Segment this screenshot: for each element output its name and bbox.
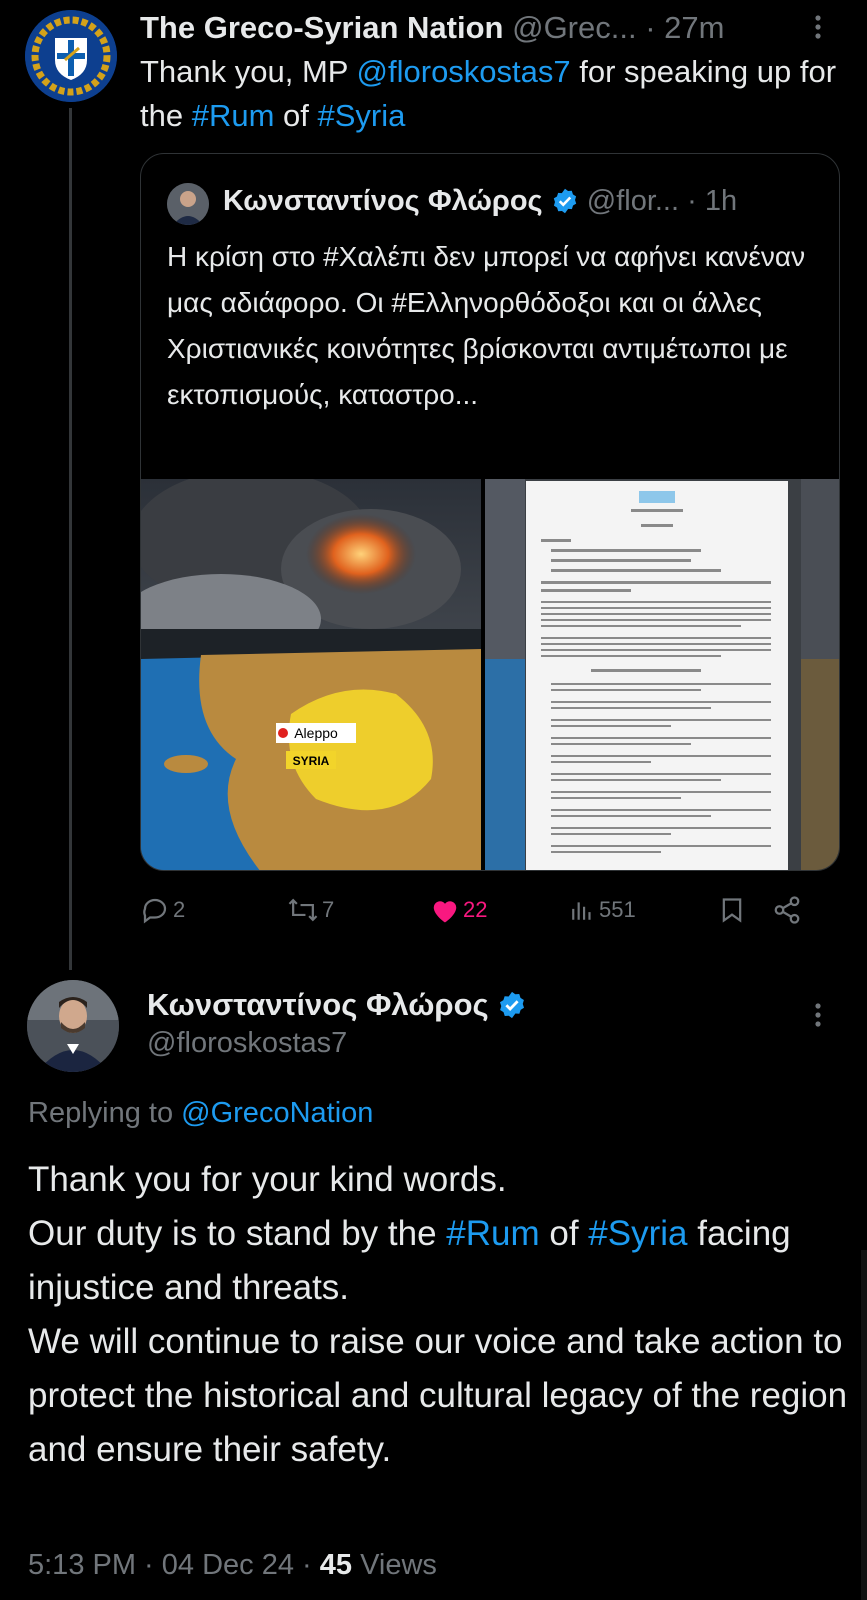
heart-filled-icon [433, 901, 457, 923]
views-count: 551 [599, 897, 636, 922]
avatar[interactable] [27, 980, 119, 1072]
hashtag-link[interactable]: #Rum [192, 98, 275, 133]
author-handle: @flor... [586, 185, 680, 217]
hashtag-link[interactable]: #Syria [588, 1214, 687, 1253]
scrollbar-track[interactable] [861, 1250, 867, 1600]
views-label: Views [352, 1549, 437, 1581]
repost-button[interactable]: 7 [287, 888, 334, 932]
reply-icon [143, 898, 167, 924]
author-handle[interactable]: @floroskostas7 [147, 1023, 347, 1063]
reply-button[interactable]: 2 [140, 888, 185, 932]
like-count: 22 [463, 897, 488, 922]
author-name: Κωνσταντίνος Φλώρος [223, 185, 543, 217]
syria-map-image: Aleppo SYRIA [141, 469, 839, 870]
more-vertical-icon [815, 1003, 821, 1027]
tweet-text-segment: Thank you, MP [140, 54, 357, 89]
reply-tweet-text: Thank you for your kind words. Our duty … [28, 1153, 848, 1477]
mention-link[interactable]: @GrecoNation [181, 1097, 373, 1129]
more-options-button[interactable] [809, 12, 827, 42]
verified-badge-icon [553, 188, 576, 214]
quoted-tweet-card[interactable]: Κωνσταντίνος Φλώρος @flor... · 1h Η κρίσ… [140, 153, 840, 871]
author-handle[interactable]: @Grec... [512, 10, 636, 45]
tweet-timestamp[interactable]: · 27m [645, 10, 724, 45]
tweet-header: The Greco-Syrian Nation @Grec... · 27m [140, 6, 830, 50]
tweet-text-segment: of [539, 1214, 589, 1253]
mention-link[interactable]: @floroskostas7 [357, 54, 571, 89]
like-button[interactable]: 22 [430, 888, 487, 932]
reply-count: 2 [173, 897, 186, 922]
author-name[interactable]: Κωνσταντίνος Φλώρος [147, 985, 489, 1025]
hashtag-text: #Ελληνορθόδοξοι [391, 287, 611, 318]
share-icon [774, 896, 800, 924]
hashtag-link[interactable]: #Syria [318, 98, 406, 133]
author-name-row: Κωνσταντίνος Φλώρος [147, 985, 527, 1025]
repost-count: 7 [322, 897, 335, 922]
avatar[interactable] [25, 10, 117, 102]
map-label-aleppo: Aleppo [294, 725, 338, 741]
repost-icon [288, 898, 318, 922]
tweet-text-segment: of [274, 98, 318, 133]
greek-emblem-icon [25, 10, 117, 102]
verified-badge-icon [499, 991, 524, 1019]
person-photo-icon [167, 183, 209, 225]
more-vertical-icon [815, 15, 821, 39]
tweet-timestamp[interactable]: 5:13 PM · 04 Dec 24 · [28, 1549, 320, 1581]
hashtag-link[interactable]: #Rum [446, 1214, 539, 1253]
tweet-text-segment: Our duty is to stand by the [28, 1214, 447, 1253]
tweet-text-line: Our duty is to stand by the #Rum of #Syr… [28, 1207, 848, 1315]
views-icon [572, 902, 591, 920]
views-count: 45 [319, 1549, 353, 1581]
map-label-syria: SYRIA [293, 754, 330, 768]
thread-connector-line [69, 108, 72, 970]
views-button[interactable]: 551 [570, 888, 636, 932]
quoted-tweet-media[interactable]: Aleppo SYRIA [141, 469, 839, 870]
author-name[interactable]: The Greco-Syrian Nation [140, 10, 503, 45]
quoted-tweet-text: Η κρίση στο #Χαλέπι δεν μπορεί να αφήνει… [167, 234, 817, 418]
share-button[interactable] [772, 888, 802, 932]
bookmark-icon [722, 898, 742, 923]
person-photo-icon [27, 980, 119, 1072]
hashtag-text: #Χαλέπι [323, 241, 426, 272]
more-options-button[interactable] [809, 1000, 827, 1030]
replying-to-line: Replying to @GrecoNation [28, 1093, 373, 1133]
bookmark-button[interactable] [718, 888, 746, 932]
avatar [167, 183, 209, 225]
quoted-tweet-header: Κωνσταντίνος Φλώρος @flor... · 1h [223, 176, 833, 226]
tweet-text: Thank you, MP @floroskostas7 for speakin… [140, 50, 840, 138]
tweet-action-bar: 2 7 22 551 [140, 888, 840, 932]
tweet-text-line: We will continue to raise our voice and … [28, 1322, 848, 1469]
replying-to-label: Replying to [28, 1097, 182, 1129]
tweet-text-segment: Η κρίση στο [167, 241, 324, 272]
tweet-meta: 5:13 PM · 04 Dec 24 · 45 Views [28, 1545, 437, 1585]
tweet-text-line: Thank you for your kind words. [28, 1160, 507, 1199]
tweet-timestamp: · 1h [687, 185, 738, 217]
